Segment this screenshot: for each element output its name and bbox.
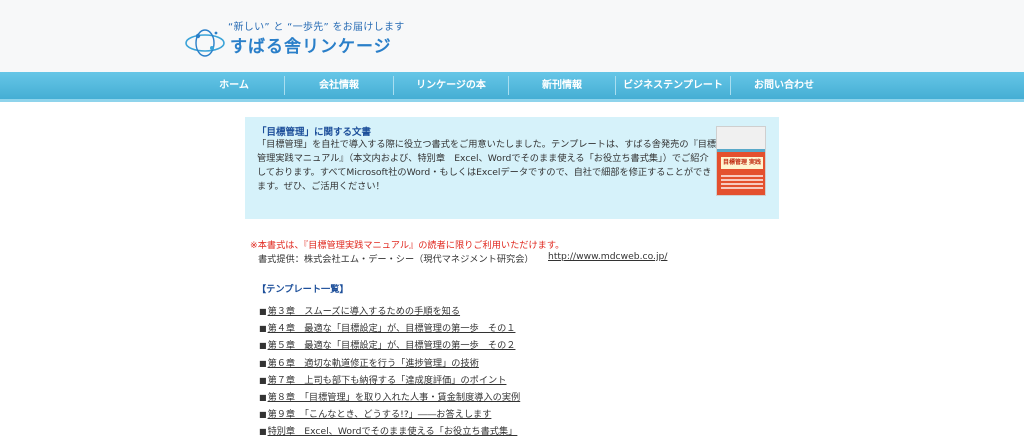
list-item: ■第５章 最適な「目標設定」が、目標管理の第一歩 その２ — [259, 337, 520, 354]
square-bullet-icon: ■ — [259, 392, 267, 402]
book-cover-header — [717, 127, 765, 149]
nav-divider — [730, 76, 731, 95]
main-nav: ホーム 会社情報 リンケージの本 新刊情報 ビジネステンプレート お問い合わせ — [0, 72, 1024, 102]
square-bullet-icon: ■ — [259, 341, 267, 351]
book-cover-strip — [717, 149, 765, 152]
square-bullet-icon: ■ — [259, 324, 267, 334]
nav-divider — [615, 76, 616, 95]
book-cover-title: 目標管理 実践マニュアル — [721, 157, 763, 169]
list-item: ■第４章 最適な「目標設定」が、目標管理の第一歩 その１ — [259, 320, 520, 337]
book-cover-image[interactable]: 目標管理 実践マニュアル — [716, 126, 766, 196]
list-item: ■第８章 「目標管理」を取り入れた人事・賃金制度導入の実例 — [259, 389, 520, 406]
site-tagline: “新しい” と “一歩先” をお届けします — [228, 22, 405, 33]
nav-divider — [508, 76, 509, 95]
square-bullet-icon: ■ — [259, 410, 267, 420]
intro-box: 「目標管理」に関する文書 「目標管理」を自社で導入する際に役立つ書式をご用意いた… — [245, 117, 779, 219]
template-provider: 書式提供：株式会社エム・デー・シー（現代マネジメント研究会） — [258, 254, 534, 265]
site-header: “新しい” と “一歩先” をお届けします すばる舎リンケージ — [0, 0, 1024, 72]
template-link-special-chapter[interactable]: 特別章 Excel、Wordでそのまま使える「お役立ち書式集」 — [268, 426, 518, 437]
square-bullet-icon: ■ — [259, 358, 267, 368]
intro-title: 「目標管理」に関する文書 — [257, 127, 372, 138]
provider-website-link[interactable]: http://www.mdcweb.co.jp/ — [548, 251, 667, 262]
nav-home[interactable]: ホーム — [186, 72, 282, 99]
list-item: ■特別章 Excel、Wordでそのまま使える「お役立ち書式集」 — [259, 423, 520, 440]
square-bullet-icon: ■ — [259, 427, 267, 437]
list-item: ■第６章 適切な軌道修正を行う「進捗管理」の技術 — [259, 355, 520, 372]
list-item: ■第７章 上司も部下も納得する「達成度評価」のポイント — [259, 372, 520, 389]
book-cover-text-lines — [721, 175, 763, 191]
nav-company-info[interactable]: 会社情報 — [286, 72, 392, 99]
site-brand-name: すばる舎リンケージ — [230, 37, 392, 57]
subaru-star-logo-icon — [185, 29, 225, 57]
reader-only-notice: ※本書式は、『目標管理実践マニュアル』の読者に限りご利用いただけます。 — [250, 240, 565, 251]
template-link-chapter-8[interactable]: 第８章 「目標管理」を取り入れた人事・賃金制度導入の実例 — [268, 392, 521, 403]
nav-linkage-books[interactable]: リンケージの本 — [395, 72, 507, 99]
site-logo[interactable]: “新しい” と “一歩先” をお届けします すばる舎リンケージ — [184, 14, 404, 62]
template-link-chapter-7[interactable]: 第７章 上司も部下も納得する「達成度評価」のポイント — [268, 375, 507, 386]
intro-description: 「目標管理」を自社で導入する際に役立つ書式をご用意いたしました。テンプレートは、… — [257, 139, 717, 192]
template-list-heading: 【テンプレート一覧】 — [257, 284, 349, 295]
nav-divider — [393, 76, 394, 95]
template-link-chapter-3[interactable]: 第３章 スムーズに導入するための手順を知る — [268, 306, 460, 317]
nav-contact[interactable]: お問い合わせ — [732, 72, 836, 99]
list-item: ■第３章 スムーズに導入するための手順を知る — [259, 303, 520, 320]
template-link-chapter-6[interactable]: 第６章 適切な軌道修正を行う「進捗管理」の技術 — [268, 358, 479, 369]
template-link-chapter-9[interactable]: 第９章 「こんなとき、どうする!?」――お答えします — [268, 409, 492, 420]
list-item: ■第９章 「こんなとき、どうする!?」――お答えします — [259, 406, 520, 423]
square-bullet-icon: ■ — [259, 307, 267, 316]
nav-divider — [284, 76, 285, 95]
nav-business-templates[interactable]: ビジネステンプレート — [617, 72, 729, 99]
template-link-chapter-4[interactable]: 第４章 最適な「目標設定」が、目標管理の第一歩 その１ — [268, 323, 516, 334]
square-bullet-icon: ■ — [259, 375, 267, 385]
nav-new-releases[interactable]: 新刊情報 — [510, 72, 614, 99]
template-link-chapter-5[interactable]: 第５章 最適な「目標設定」が、目標管理の第一歩 その２ — [268, 340, 516, 351]
template-list: ■第３章 スムーズに導入するための手順を知る ■第４章 最適な「目標設定」が、目… — [259, 303, 520, 441]
